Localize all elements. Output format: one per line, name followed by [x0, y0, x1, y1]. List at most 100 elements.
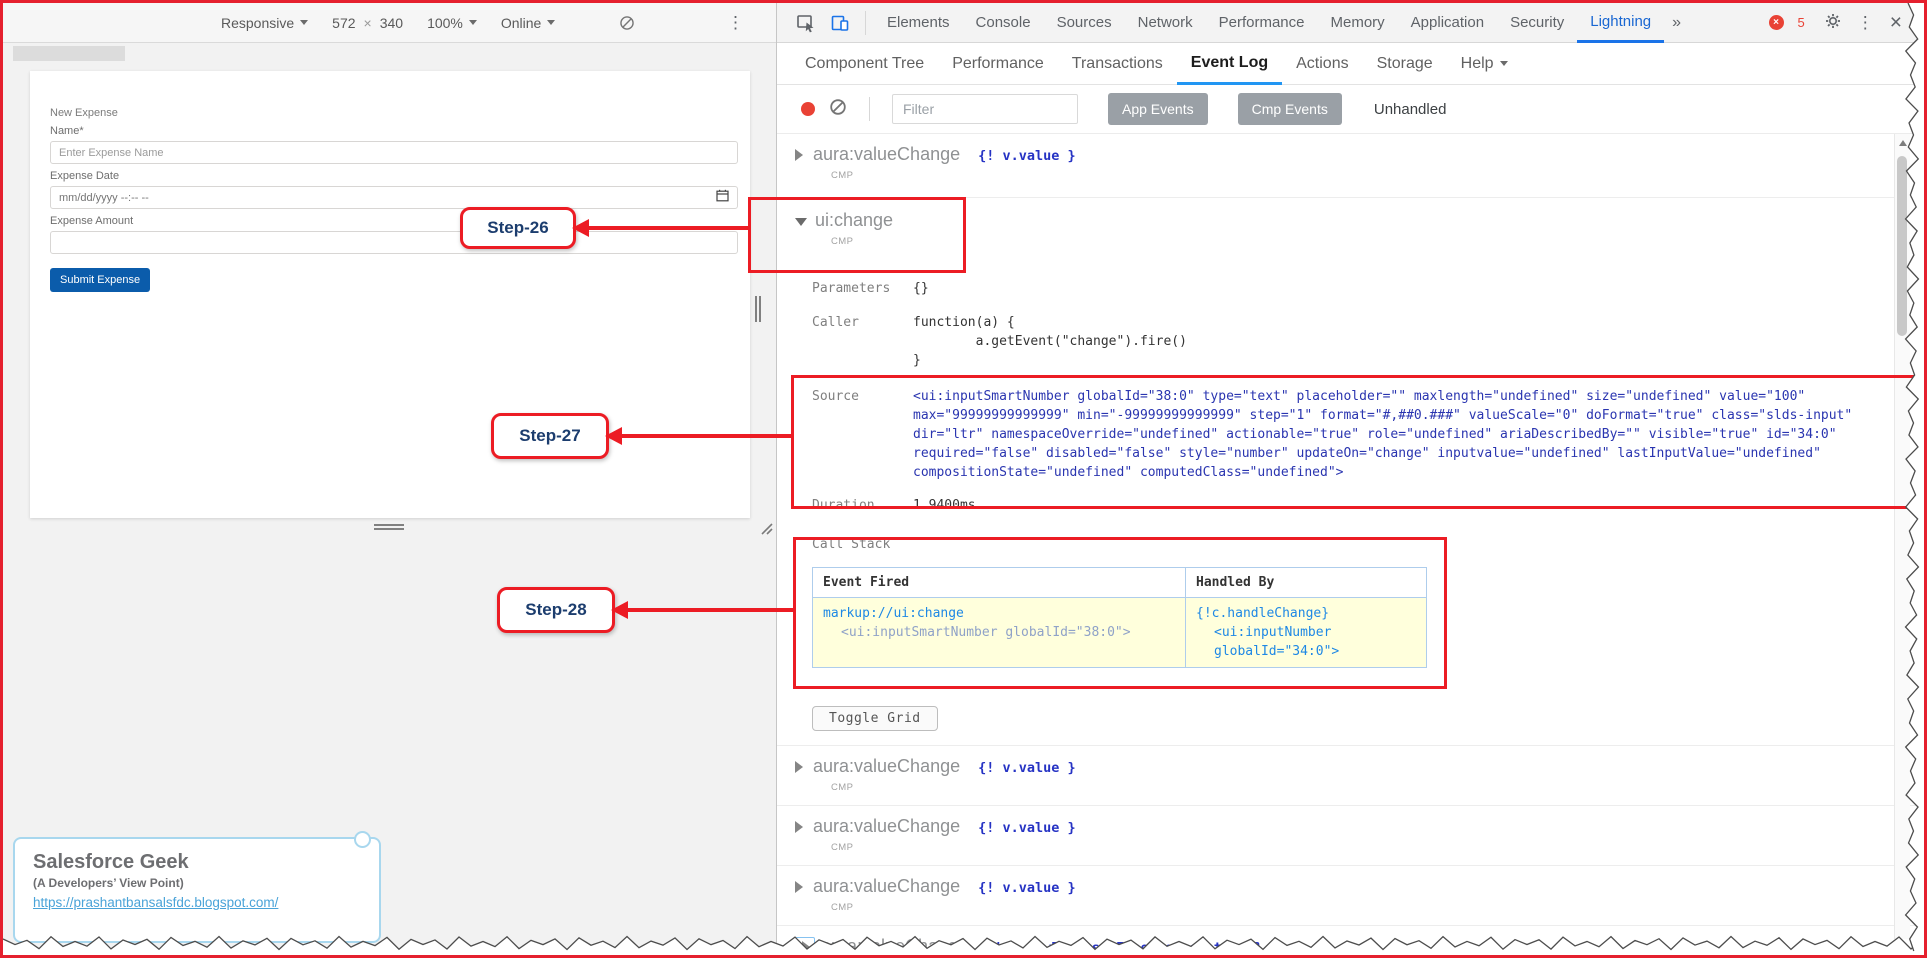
- source-label: Source: [812, 389, 859, 404]
- viewport-height-field[interactable]: 340: [380, 15, 403, 31]
- inspect-element-icon[interactable]: [789, 13, 823, 33]
- dimension-multiply-sign: ×: [363, 14, 372, 31]
- event-name: aura:valueChange: [813, 144, 961, 164]
- toggle-grid-button[interactable]: Toggle Grid: [812, 706, 938, 731]
- chevron-collapsed-icon[interactable]: [795, 760, 803, 773]
- annotation-step-28: Step-28: [497, 587, 615, 633]
- watermark-title: Salesforce Geek: [33, 851, 189, 873]
- expense-amount-input[interactable]: [50, 231, 738, 254]
- error-count[interactable]: 5: [1798, 15, 1805, 30]
- caller-value: function(a) { a.getEvent("change").fire(…: [913, 315, 1187, 368]
- settings-gear-icon[interactable]: [1825, 13, 1841, 33]
- annotation-arrow-head: [611, 601, 628, 619]
- callstack-label: Call Stack: [812, 537, 891, 552]
- caller-label: Caller: [812, 315, 859, 330]
- event-row[interactable]: aura:valueChange {! v.value } CMP: [777, 806, 1924, 866]
- unhandled-toggle[interactable]: Unhandled: [1374, 101, 1447, 118]
- app-events-button[interactable]: App Events: [1108, 93, 1208, 125]
- source-value: <ui:inputSmartNumber globalId="38:0" typ…: [913, 389, 1861, 480]
- event-row-ui-change[interactable]: ui:change CMP: [777, 198, 1924, 266]
- scrollbar-thumb[interactable]: [1897, 156, 1907, 336]
- viewport-width-field[interactable]: 572: [332, 15, 355, 31]
- chevron-collapsed-icon[interactable]: [795, 820, 803, 833]
- tab-security[interactable]: Security: [1497, 3, 1577, 43]
- event-row[interactable]: aura:valueChange {! v.value } CMP: [777, 866, 1924, 926]
- fired-event-link[interactable]: markup://ui:change: [823, 604, 1175, 623]
- handler-component-link[interactable]: <ui:inputNumber globalId="34:0">: [1196, 623, 1416, 661]
- device-emulation-pane: Responsive 572 × 340 100% Online ⋮ New E…: [3, 3, 777, 955]
- device-mode-dropdown[interactable]: Responsive: [221, 15, 309, 31]
- subtab-component-tree[interactable]: Component Tree: [791, 43, 938, 85]
- watermark-card: Salesforce Geek (A Developers’ View Poin…: [13, 831, 381, 943]
- subtab-event-log[interactable]: Event Log: [1176, 43, 1283, 85]
- event-entry-expanded: ui:change CMP Parameters {} Caller funct…: [777, 198, 1924, 746]
- expense-date-input[interactable]: mm/dd/yyyy --:-- --: [50, 186, 738, 209]
- subtab-actions[interactable]: Actions: [1282, 43, 1362, 85]
- throttling-dropdown[interactable]: Online: [501, 15, 556, 31]
- tab-sources[interactable]: Sources: [1044, 3, 1125, 43]
- handler-link[interactable]: {!c.handleChange}: [1196, 604, 1416, 623]
- scroll-up-icon[interactable]: [1898, 140, 1907, 146]
- chevron-expanded-icon[interactable]: [795, 217, 807, 226]
- submit-expense-button[interactable]: Submit Expense: [50, 268, 151, 292]
- emulated-viewport-area: New Expense Name* Expense Date mm/dd/yyy…: [3, 43, 776, 955]
- event-name: aura:valueChange: [813, 816, 961, 836]
- zoom-dropdown[interactable]: 100%: [427, 15, 477, 31]
- viewport-dimensions: 572 × 340: [332, 15, 403, 31]
- tab-network[interactable]: Network: [1125, 3, 1206, 43]
- tab-performance[interactable]: Performance: [1206, 3, 1318, 43]
- subtab-help[interactable]: Help: [1447, 43, 1522, 85]
- event-row-partial[interactable]: aura:valueChange {! v.newExpense.Expense…: [777, 926, 1924, 955]
- viewport-resize-handle-corner[interactable]: [759, 521, 773, 540]
- filter-input[interactable]: [892, 94, 1078, 124]
- callstack-col-handled-by: Handled By: [1185, 567, 1427, 598]
- chevron-collapsed-icon[interactable]: [795, 880, 803, 893]
- watermark-link[interactable]: https://prashantbansalsfdc.blogspot.com/: [33, 895, 278, 910]
- focused-chevron-box[interactable]: [795, 936, 815, 955]
- viewport-top-strip: [13, 46, 125, 61]
- event-expression: {! v.value }: [978, 879, 1076, 896]
- scrollbar[interactable]: [1894, 134, 1910, 939]
- event-expression: {! v.value }: [978, 759, 1076, 776]
- device-toolbar-menu-icon[interactable]: ⋮: [721, 13, 750, 33]
- no-throttling-icon[interactable]: [619, 15, 635, 31]
- event-badge: CMP: [831, 170, 854, 181]
- parameters-label: Parameters: [812, 281, 891, 296]
- tab-lightning[interactable]: Lightning: [1577, 3, 1665, 43]
- tab-memory[interactable]: Memory: [1318, 3, 1398, 43]
- event-row[interactable]: aura:valueChange {! v.value } CMP: [777, 746, 1924, 806]
- clear-log-icon[interactable]: [829, 98, 847, 121]
- tab-application[interactable]: Application: [1398, 3, 1497, 43]
- chevron-down-icon: [547, 20, 556, 25]
- viewport-resize-handle-right[interactable]: [755, 296, 761, 322]
- chevron-down-icon: [468, 20, 477, 25]
- card-title: New Expense: [50, 107, 118, 119]
- event-row[interactable]: aura:valueChange {! v.value } CMP: [777, 134, 1924, 198]
- parameters-value: {}: [913, 281, 929, 296]
- calendar-icon[interactable]: [716, 189, 729, 207]
- screenshot-root: Responsive 572 × 340 100% Online ⋮ New E…: [0, 0, 1927, 958]
- expense-name-input[interactable]: [50, 141, 738, 164]
- event-name: aura:valueChange: [813, 876, 961, 896]
- date-placeholder-text: mm/dd/yyyy --:-- --: [59, 191, 149, 204]
- chevron-down-icon: [1499, 61, 1508, 66]
- subtab-transactions[interactable]: Transactions: [1058, 43, 1177, 85]
- event-badge: CMP: [831, 902, 854, 913]
- viewport-resize-handle-bottom[interactable]: [374, 524, 404, 530]
- tab-console[interactable]: Console: [963, 3, 1044, 43]
- devtools-menu-icon[interactable]: ⋮: [1851, 13, 1880, 33]
- devtools-pane: Elements Console Sources Network Perform…: [777, 3, 1924, 955]
- tab-elements[interactable]: Elements: [874, 3, 963, 43]
- cmp-events-button[interactable]: Cmp Events: [1237, 93, 1342, 125]
- chevron-collapsed-icon[interactable]: [795, 148, 803, 161]
- close-devtools-icon[interactable]: ×: [1890, 12, 1902, 33]
- more-tabs-chevron[interactable]: »: [1664, 3, 1689, 43]
- subtab-storage[interactable]: Storage: [1363, 43, 1447, 85]
- record-toggle-icon[interactable]: [801, 102, 815, 116]
- event-badge: CMP: [831, 842, 854, 853]
- event-expression: {! v.value }: [978, 819, 1076, 836]
- error-badge-icon[interactable]: ×: [1768, 15, 1784, 30]
- subtab-performance[interactable]: Performance: [938, 43, 1058, 85]
- device-toolbar-toggle-icon[interactable]: [823, 13, 857, 33]
- event-log-toolbar: App Events Cmp Events Unhandled: [777, 85, 1924, 134]
